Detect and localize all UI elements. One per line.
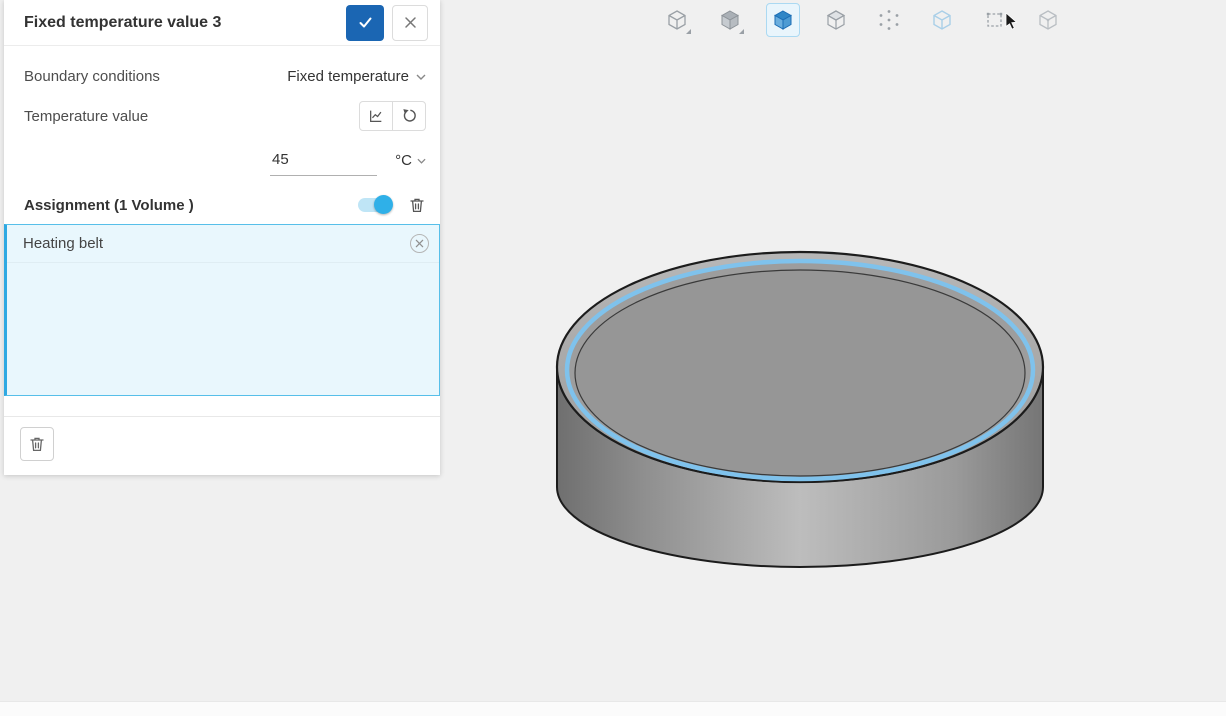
remove-assignment-button[interactable] bbox=[410, 234, 429, 253]
assignment-label: Assignment (1 Volume ) bbox=[24, 196, 194, 214]
hidden-geometry-cube-icon[interactable] bbox=[1031, 3, 1065, 37]
geometry-cube-icon[interactable] bbox=[660, 3, 694, 37]
remove-x-icon bbox=[415, 239, 424, 248]
value-mode-buttons bbox=[359, 101, 426, 131]
edge-select-cube-icon[interactable] bbox=[925, 3, 959, 37]
caret-corner-icon bbox=[686, 29, 691, 34]
cube-edges-glyph bbox=[933, 10, 951, 30]
panel-body: Boundary conditions Fixed temperature Te… bbox=[4, 46, 440, 214]
model-canvas[interactable] bbox=[545, 240, 1055, 580]
dashed-box-glyph bbox=[986, 12, 1003, 27]
cube-faint-glyph bbox=[1039, 10, 1057, 30]
cube-volume-glyph bbox=[773, 10, 793, 30]
unit-select[interactable]: °C bbox=[395, 152, 426, 176]
chevron-down-icon bbox=[416, 74, 426, 80]
temperature-input-row: 45 °C bbox=[270, 147, 426, 176]
cube-solid-glyph bbox=[720, 10, 740, 30]
temperature-value-row: Temperature value bbox=[24, 101, 426, 131]
panel-header: Fixed temperature value 3 bbox=[4, 0, 440, 46]
trash-icon bbox=[410, 198, 424, 213]
check-icon bbox=[359, 17, 371, 28]
panel-title: Fixed temperature value 3 bbox=[24, 13, 222, 31]
close-button[interactable] bbox=[392, 4, 428, 41]
formula-table-button[interactable] bbox=[359, 101, 393, 131]
cube-face-glyph bbox=[826, 10, 846, 30]
boundary-conditions-value: Fixed temperature bbox=[287, 68, 409, 85]
assignment-row: Assignment (1 Volume ) bbox=[24, 195, 426, 214]
boundary-conditions-label: Boundary conditions bbox=[24, 68, 160, 85]
unit-value: °C bbox=[395, 152, 412, 169]
chevron-down-icon bbox=[417, 158, 426, 164]
volume-select-cube-icon[interactable] bbox=[766, 3, 800, 37]
pan-inner-floor[interactable] bbox=[574, 269, 1026, 477]
reset-button[interactable] bbox=[392, 101, 426, 131]
assignment-item-name: Heating belt bbox=[23, 235, 104, 252]
close-icon bbox=[404, 17, 416, 28]
cube-outline-glyph bbox=[668, 10, 686, 30]
toggle-knob bbox=[374, 195, 393, 214]
mouse-cursor-icon bbox=[1005, 13, 1018, 30]
temperature-value-label: Temperature value bbox=[24, 107, 149, 125]
clear-assignment-button[interactable] bbox=[408, 196, 426, 214]
status-bar bbox=[0, 701, 1226, 716]
cube-vertices-glyph bbox=[879, 10, 899, 30]
assignment-selection-box[interactable]: Heating belt bbox=[4, 224, 440, 396]
temperature-input[interactable]: 45 bbox=[270, 147, 378, 176]
vertex-select-cube-icon[interactable] bbox=[872, 3, 906, 37]
delete-boundary-condition-button[interactable] bbox=[20, 427, 54, 461]
undo-icon bbox=[403, 109, 416, 122]
boundary-conditions-select[interactable]: Fixed temperature bbox=[287, 68, 426, 85]
assignment-item[interactable]: Heating belt bbox=[7, 225, 439, 263]
chart-icon bbox=[370, 110, 382, 122]
boundary-conditions-row: Boundary conditions Fixed temperature bbox=[24, 68, 426, 85]
settings-panel: Fixed temperature value 3 Boundary condi… bbox=[4, 0, 440, 475]
apply-button[interactable] bbox=[346, 4, 384, 41]
panel-footer bbox=[4, 416, 440, 475]
trash-icon bbox=[30, 437, 44, 452]
solid-cube-icon[interactable] bbox=[713, 3, 747, 37]
face-select-cube-icon[interactable] bbox=[819, 3, 853, 37]
assignment-toggle[interactable] bbox=[358, 195, 393, 214]
caret-corner-icon bbox=[739, 29, 744, 34]
